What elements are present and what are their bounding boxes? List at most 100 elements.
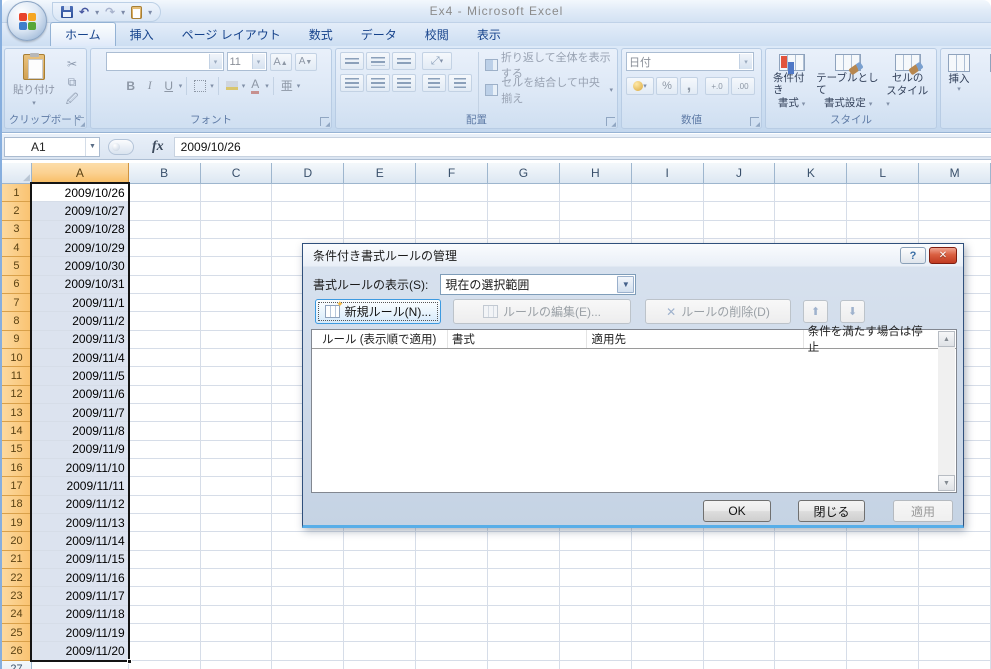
tab-数式[interactable]: 数式 (295, 23, 347, 46)
cell-C6[interactable] (201, 276, 273, 294)
cell-B21[interactable] (129, 551, 201, 569)
cell-A15[interactable]: 2009/11/9 (32, 441, 129, 459)
cell-A3[interactable]: 2009/10/28 (32, 221, 129, 239)
cell-K27[interactable] (775, 661, 847, 669)
cell-B23[interactable] (129, 587, 201, 605)
cell-L25[interactable] (847, 624, 919, 642)
cell-J21[interactable] (704, 551, 776, 569)
cell-F26[interactable] (416, 642, 488, 660)
cell-B6[interactable] (129, 276, 201, 294)
row-header-7[interactable]: 7 (2, 294, 32, 312)
decrease-decimal-button[interactable]: .00 (731, 77, 755, 95)
cell-H1[interactable] (560, 184, 632, 202)
cell-K23[interactable] (775, 587, 847, 605)
cell-E2[interactable] (344, 202, 416, 220)
cell-L26[interactable] (847, 642, 919, 660)
cell-E24[interactable] (344, 606, 416, 624)
cell-A26[interactable]: 2009/11/20 (32, 642, 129, 660)
font-color-dropdown-icon[interactable]: ▾ (265, 82, 269, 90)
scroll-down-icon[interactable]: ▼ (938, 475, 955, 491)
copy-icon[interactable]: ⧉ (63, 74, 81, 90)
middle-align-icon[interactable] (366, 52, 390, 70)
cell-B16[interactable] (129, 459, 201, 477)
new-rule-button[interactable]: 新規ルール(N)... (315, 299, 441, 324)
cell-B8[interactable] (129, 312, 201, 330)
cell-I24[interactable] (632, 606, 704, 624)
tab-データ[interactable]: データ (347, 23, 411, 46)
show-rules-dropdown-arrow-icon[interactable]: ▼ (617, 276, 634, 293)
cell-G1[interactable] (488, 184, 560, 202)
cell-M25[interactable] (919, 624, 991, 642)
percent-style-button[interactable]: % (656, 77, 678, 95)
cell-C7[interactable] (201, 294, 273, 312)
column-header-A[interactable]: A (32, 163, 129, 184)
cell-B5[interactable] (129, 257, 201, 275)
cell-C27[interactable] (201, 661, 273, 669)
borders-dropdown-icon[interactable]: ▾ (210, 82, 214, 90)
merge-center-dropdown-icon[interactable]: ▾ (609, 86, 613, 94)
cell-J22[interactable] (704, 569, 776, 587)
cell-H2[interactable] (560, 202, 632, 220)
cell-G21[interactable] (488, 551, 560, 569)
cell-C18[interactable] (201, 496, 273, 514)
cell-G22[interactable] (488, 569, 560, 587)
cell-B17[interactable] (129, 477, 201, 495)
cell-D1[interactable] (272, 184, 344, 202)
align-left-icon[interactable] (340, 74, 364, 92)
cell-C8[interactable] (201, 312, 273, 330)
top-align-icon[interactable] (340, 52, 364, 70)
cell-A18[interactable]: 2009/11/12 (32, 496, 129, 514)
row-header-13[interactable]: 13 (2, 404, 32, 422)
clipboard-dialog-launcher-icon[interactable] (75, 117, 84, 126)
align-right-icon[interactable] (392, 74, 416, 92)
merge-center-button[interactable]: セルを結合して中央揃え ▾ (485, 80, 613, 99)
cell-M24[interactable] (919, 606, 991, 624)
cell-I23[interactable] (632, 587, 704, 605)
cell-L23[interactable] (847, 587, 919, 605)
tab-ページ レイアウト[interactable]: ページ レイアウト (168, 23, 295, 46)
cell-A6[interactable]: 2009/10/31 (32, 276, 129, 294)
cell-B15[interactable] (129, 441, 201, 459)
cell-A7[interactable]: 2009/11/1 (32, 294, 129, 312)
cell-I2[interactable] (632, 202, 704, 220)
cell-E23[interactable] (344, 587, 416, 605)
row-header-1[interactable]: 1 (2, 184, 32, 202)
cell-A4[interactable]: 2009/10/29 (32, 239, 129, 257)
row-header-23[interactable]: 23 (2, 587, 32, 605)
row-header-12[interactable]: 12 (2, 386, 32, 404)
cell-F24[interactable] (416, 606, 488, 624)
cell-L27[interactable] (847, 661, 919, 669)
cell-L22[interactable] (847, 569, 919, 587)
cell-D3[interactable] (272, 221, 344, 239)
font-color-button[interactable]: A (246, 76, 264, 95)
wrap-text-button[interactable]: 折り返して全体を表示する (485, 55, 613, 74)
underline-dropdown-icon[interactable]: ▾ (179, 82, 183, 90)
row-header-27[interactable]: 27 (2, 661, 32, 669)
cell-L1[interactable] (847, 184, 919, 202)
cell-E3[interactable] (344, 221, 416, 239)
cell-D2[interactable] (272, 202, 344, 220)
tab-挿入[interactable]: 挿入 (116, 23, 168, 46)
cell-D21[interactable] (272, 551, 344, 569)
column-header-F[interactable]: F (416, 163, 488, 184)
increase-indent-icon[interactable] (448, 74, 472, 92)
cell-A17[interactable]: 2009/11/11 (32, 477, 129, 495)
cell-C5[interactable] (201, 257, 273, 275)
row-header-17[interactable]: 17 (2, 477, 32, 495)
column-header-L[interactable]: L (847, 163, 919, 184)
dialog-close-icon[interactable]: ✕ (929, 247, 957, 264)
tab-ホーム[interactable]: ホーム (50, 22, 116, 46)
cell-G23[interactable] (488, 587, 560, 605)
column-header-M[interactable]: M (919, 163, 991, 184)
office-button[interactable] (7, 1, 47, 41)
row-header-26[interactable]: 26 (2, 642, 32, 660)
row-header-19[interactable]: 19 (2, 514, 32, 532)
cell-A16[interactable]: 2009/11/10 (32, 459, 129, 477)
cell-M20[interactable] (919, 532, 991, 550)
cell-E22[interactable] (344, 569, 416, 587)
cell-M1[interactable] (919, 184, 991, 202)
row-header-14[interactable]: 14 (2, 422, 32, 440)
rules-list-scrollbar[interactable]: ▲ ▼ (938, 331, 955, 491)
row-header-16[interactable]: 16 (2, 459, 32, 477)
paste-icon[interactable] (131, 6, 142, 19)
